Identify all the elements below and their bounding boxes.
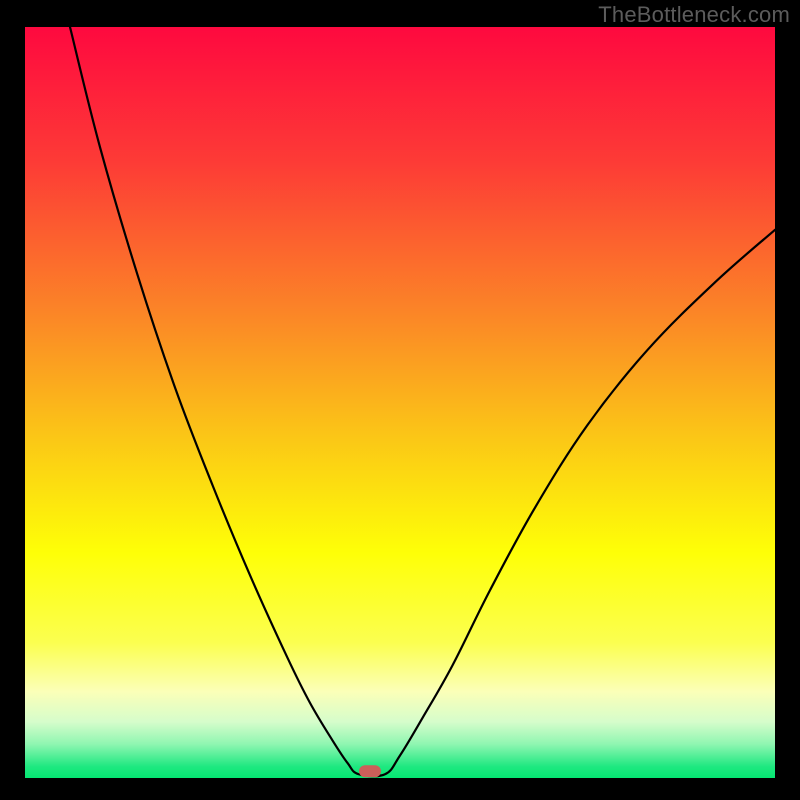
bottleneck-marker: [359, 765, 381, 777]
bottleneck-chart: [0, 0, 800, 800]
gradient-background: [25, 27, 775, 778]
chart-frame: TheBottleneck.com: [0, 0, 800, 800]
watermark-text: TheBottleneck.com: [598, 2, 790, 28]
